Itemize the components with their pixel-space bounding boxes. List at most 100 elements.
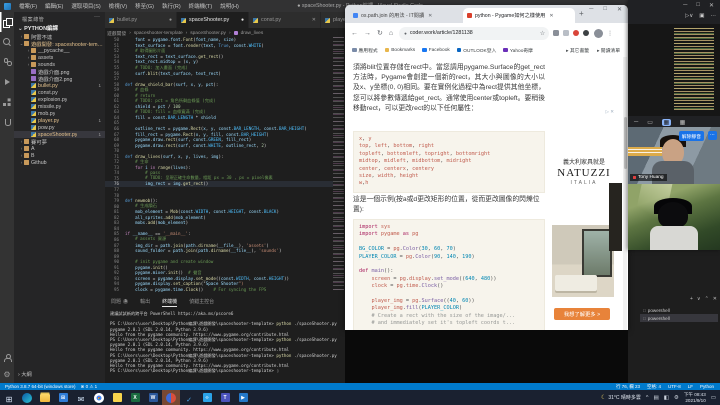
page-scrollbar[interactable] <box>623 57 627 330</box>
editor-tab[interactable]: bullet.py● <box>105 12 177 28</box>
bookmark-star-icon[interactable]: ☆ <box>540 30 545 37</box>
minimize-icon[interactable]: ─ <box>589 6 593 13</box>
close-icon[interactable]: ✕ <box>617 6 622 13</box>
weather-widget[interactable]: ☾ 31°C 晴時多雲 <box>601 394 641 401</box>
profile-avatar[interactable] <box>594 29 603 38</box>
taskbar-icon-start[interactable]: ⊞ <box>0 390 18 405</box>
clock[interactable]: 下午 08:43 2021/9/10 <box>684 392 706 403</box>
file-item[interactable]: ⌄遊戲開發: spaceshooter-template <box>14 40 105 47</box>
file-item[interactable]: explosion.py <box>14 96 105 103</box>
maximize-icon[interactable]: □ <box>696 2 700 9</box>
participant-video[interactable]: 解除靜音 ⋯ Tony Huang <box>628 127 720 184</box>
present-icon[interactable]: ▷∨ <box>685 13 693 19</box>
bookmark-item[interactable]: OUTLOOK登入 <box>457 47 497 54</box>
bookmark-item[interactable]: Facebook <box>422 48 450 53</box>
layout-single-icon[interactable]: ─ <box>634 119 638 125</box>
menu-item[interactable]: 編輯(E) <box>41 2 67 10</box>
taskbar-icon-sticky-notes[interactable] <box>108 390 126 405</box>
file-item[interactable]: 遊戲介面2.png <box>14 75 105 82</box>
terminal-session-item[interactable]: □ powershell <box>640 314 718 322</box>
breadcrumb[interactable]: 遊戲開發›spaceshooter-template›spaceShooter.… <box>107 29 263 37</box>
bookmark-item[interactable]: Bookmarks <box>385 48 416 53</box>
bookmark-folder[interactable]: ▸ 其它書籤 <box>566 47 589 54</box>
ad-choices-icon[interactable]: ▷ ✕ <box>606 109 614 115</box>
file-item[interactable]: player.py1 <box>14 117 105 124</box>
taskbar-icon-file-explorer[interactable] <box>36 390 54 405</box>
terminal-session-item[interactable]: □ powershell <box>640 306 718 314</box>
activity-search-icon[interactable] <box>0 32 14 52</box>
file-item[interactable]: ›賽可夢 <box>14 138 105 145</box>
activity-explorer-icon[interactable] <box>0 12 14 32</box>
bookmark-item[interactable]: 應用程式 <box>352 47 378 54</box>
file-item[interactable]: ›Github <box>14 159 105 166</box>
taskbar-icon-store[interactable]: ⊞ <box>54 390 72 405</box>
activity-settings-gear-icon[interactable]: ⚙ <box>0 364 14 384</box>
extension-icon[interactable] <box>553 30 559 36</box>
terminal-toolbar-icon[interactable]: ✕ <box>713 296 717 302</box>
file-item[interactable]: missile.py <box>14 103 105 110</box>
file-item[interactable]: ›assets <box>14 54 105 61</box>
browser-menu-icon[interactable]: ⋮ <box>607 30 613 37</box>
activity-ext-icon[interactable] <box>0 92 14 112</box>
unmute-button[interactable]: 解除靜音 <box>679 131 704 141</box>
site-security-icon[interactable]: ● <box>404 31 407 36</box>
maximize-icon[interactable]: □ <box>603 6 607 13</box>
tab-modified-dot[interactable]: ● <box>241 17 244 23</box>
status-item[interactable]: 空格: 4 <box>647 384 661 390</box>
participant-video[interactable] <box>628 184 720 250</box>
file-item[interactable]: pow.py <box>14 124 105 131</box>
reload-icon[interactable]: ↻ <box>377 29 383 37</box>
taskbar-icon-checklist[interactable]: ✓ <box>180 390 198 405</box>
status-item[interactable]: UTF-8 <box>668 384 681 390</box>
layout-grid-icon[interactable]: ▦ <box>662 119 671 126</box>
terminal-toolbar-icon[interactable]: ∨ <box>697 296 701 302</box>
editor-tab[interactable]: player.py● <box>321 12 345 28</box>
browser-tab[interactable]: python - Pygame如何之樣使用✕ <box>463 8 575 23</box>
status-item[interactable]: 行 76, 欄 23 <box>616 384 640 390</box>
address-bar[interactable]: ● coder.work/article/1281138 ☆ <box>399 27 549 40</box>
panel-tab[interactable]: 終端機 <box>162 295 177 307</box>
ad-banner-secondary[interactable] <box>609 183 622 251</box>
taskbar-icon-vscode[interactable]: ‹› <box>198 390 216 405</box>
taskbar-icon-excel[interactable]: X <box>126 390 144 405</box>
new-tab-icon[interactable]: + <box>579 9 584 18</box>
extension-icon[interactable] <box>563 30 569 36</box>
activity-scm-icon[interactable] <box>0 52 14 72</box>
file-item[interactable]: ›__pycache__ <box>14 47 105 54</box>
tab-close-icon[interactable]: ✕ <box>549 13 553 19</box>
file-item[interactable]: mob.py <box>14 110 105 117</box>
taskbar-icon-video-player[interactable]: ▶ <box>234 390 252 405</box>
file-item[interactable]: ›阿雷不達 <box>14 33 105 40</box>
layout-tiles-icon[interactable]: ▦ <box>680 119 686 126</box>
file-item[interactable]: 遊戲介面.png <box>14 68 105 75</box>
bookmark-item[interactable]: Yahoo奇摩 <box>503 47 533 54</box>
back-icon[interactable]: ← <box>351 30 358 37</box>
taskbar-icon-edge[interactable] <box>18 390 36 405</box>
file-item[interactable]: const.py <box>14 89 105 96</box>
terminal-toolbar-icon[interactable]: ⌃ <box>705 296 709 302</box>
participant-more-icon[interactable]: ⋯ <box>708 131 717 140</box>
tray-people-icon[interactable]: ▤ <box>653 395 658 401</box>
tab-modified-dot[interactable]: ● <box>169 17 172 23</box>
close-icon[interactable]: ✕ <box>709 2 714 9</box>
taskbar-icon-word[interactable]: W <box>144 390 162 405</box>
file-item[interactable]: spaceShooter.py1 <box>14 131 105 138</box>
extension-icon[interactable] <box>583 30 589 36</box>
shared-screen-view[interactable] <box>628 24 720 116</box>
outline-section[interactable]: › 大綱 <box>18 370 32 378</box>
python-interpreter[interactable]: Python 3.8.7 64-bit (windows store) <box>5 384 76 389</box>
menu-item[interactable]: 移至(G) <box>131 2 158 10</box>
editor-tab[interactable]: const.py✕ <box>249 12 321 28</box>
status-item[interactable]: LF <box>688 384 693 390</box>
tab-close-icon[interactable]: ✕ <box>428 13 432 19</box>
forward-icon[interactable]: → <box>364 30 371 37</box>
notification-center-icon[interactable]: ▭ <box>711 395 716 401</box>
activity-debug-icon[interactable] <box>0 72 14 92</box>
file-item[interactable]: bullet.py1 <box>14 82 105 89</box>
status-item[interactable]: Python <box>700 384 714 390</box>
workspace-section[interactable]: ⌄ PYTHON編課 <box>18 24 58 32</box>
bookmark-folder[interactable]: ▸ 閱讀清單 <box>597 47 620 54</box>
tray-settings-icon[interactable]: ⚙ <box>674 395 679 401</box>
explorer-more-icon[interactable]: ··· <box>94 14 100 20</box>
taskbar-icon-mail[interactable]: ✉ <box>72 390 90 405</box>
